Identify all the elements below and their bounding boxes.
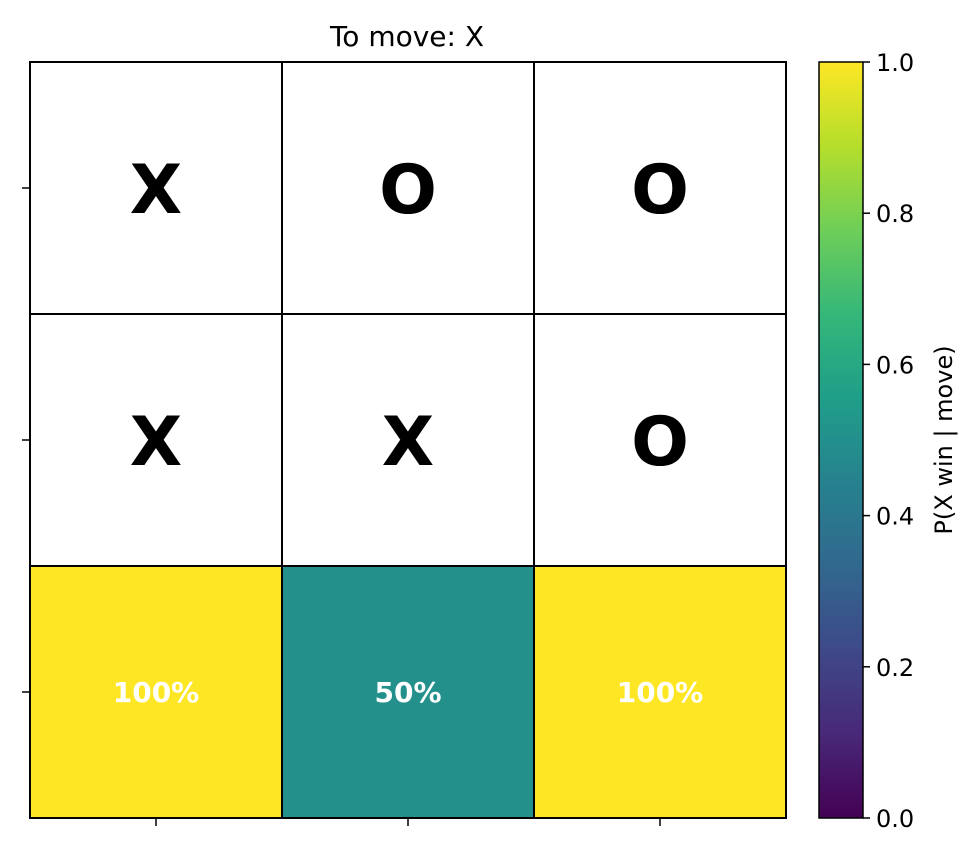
- board-cell-r2-c0[interactable]: 100%: [29, 565, 283, 819]
- board-cell-r0-c2: O: [533, 61, 787, 315]
- board-cell-r1-c1: X: [281, 313, 535, 567]
- o-mark: O: [631, 151, 689, 230]
- move-probability-label: 100%: [617, 676, 704, 709]
- colorbar-tick-label: 0.8: [876, 200, 914, 228]
- colorbar-gradient: [818, 61, 864, 819]
- colorbar-tick-label: 0.4: [876, 503, 914, 531]
- colorbar: 0.0 0.2 0.4 0.6 0.8 1.0 P(X win | move): [818, 49, 958, 833]
- o-mark: O: [631, 403, 689, 482]
- x-mark: X: [130, 403, 182, 482]
- colorbar-tick-label: 0.6: [876, 351, 914, 379]
- board-cell-r0-c0: X: [29, 61, 283, 315]
- colorbar-tick-label: 0.2: [876, 654, 914, 682]
- x-mark: X: [382, 403, 434, 482]
- move-probability-figure: To move: X X O OX X O100% 50% 100% 0.00.20.40.…: [22, 20, 958, 833]
- board-cell-r2-c2[interactable]: 100%: [533, 565, 787, 819]
- board-cell-r1-c2: O: [533, 313, 787, 567]
- o-mark: O: [379, 151, 437, 230]
- board-cell-r1-c0: X: [29, 313, 283, 567]
- colorbar-label: P(X win | move): [930, 345, 958, 534]
- board-cell-r0-c1: O: [281, 61, 535, 315]
- game-board: X O O X X O 100% 50% 100%: [22, 61, 787, 826]
- colorbar-tick-label: 0.0: [876, 805, 914, 833]
- colorbar-tick-label: 1.0: [876, 49, 914, 77]
- board-cell-r2-c1[interactable]: 50%: [281, 565, 535, 819]
- x-mark: X: [130, 151, 182, 230]
- board-title: To move: X: [329, 20, 484, 53]
- move-probability-label: 100%: [113, 676, 200, 709]
- move-probability-label: 50%: [374, 676, 441, 709]
